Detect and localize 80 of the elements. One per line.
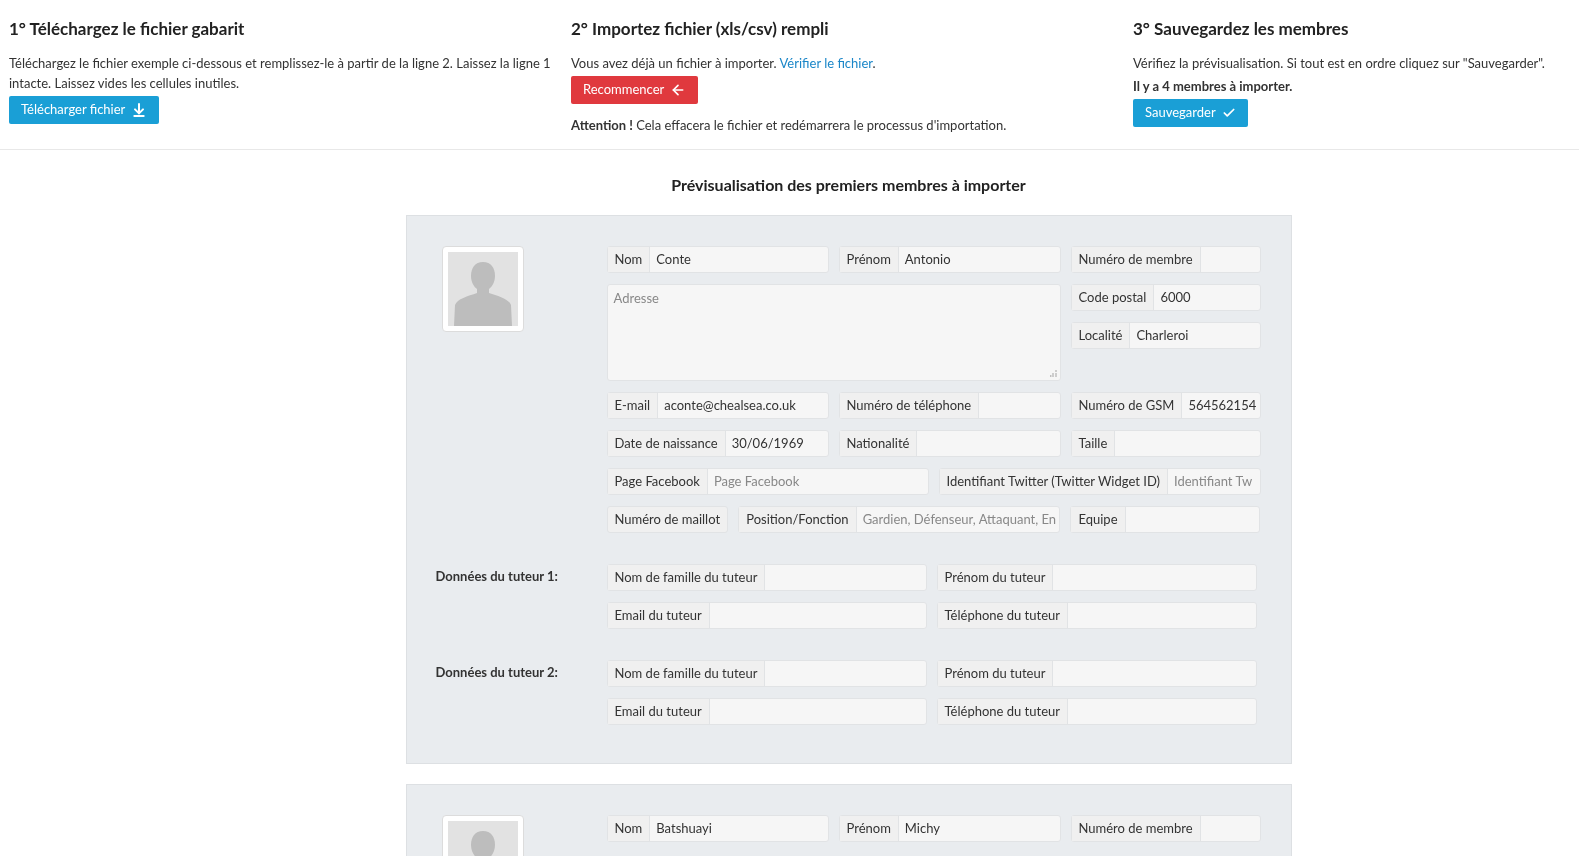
- field-label: Date de naissance: [607, 431, 726, 456]
- preview-title: Prévisualisation des premiers membres à importer: [670, 174, 1027, 196]
- input-field[interactable]: Nom de famille du tuteur: [606, 564, 927, 591]
- warning-note: Attention ! Cela effacera le fichier et redémarrera le processus d'importation.: [571, 115, 1008, 135]
- input-field[interactable]: Page Facebook Page Facebook: [606, 468, 929, 495]
- field-placeholder: Identifiant Tw: [1174, 471, 1253, 491]
- input-field[interactable]: Numéro de maillot: [606, 506, 729, 533]
- field-label: Prénom du tuteur: [937, 565, 1054, 590]
- field-value: 30/06/1969: [731, 433, 804, 453]
- field-value: Batshuayi: [656, 818, 712, 838]
- field-label: Code postal: [1071, 285, 1155, 310]
- input-field[interactable]: Numéro de GSM 564562154: [1070, 392, 1261, 419]
- field-label: Prénom: [839, 247, 899, 272]
- input-field[interactable]: Prénom Antonio: [838, 246, 1061, 273]
- field-value: aconte@chealsea.co.uk: [664, 395, 796, 415]
- input-field[interactable]: Prénom du tuteur: [936, 660, 1257, 687]
- input-field[interactable]: Equipe: [1070, 506, 1261, 533]
- field-label: Prénom: [839, 816, 899, 841]
- input-field[interactable]: Taille: [1070, 430, 1261, 457]
- input-field[interactable]: Numéro de membre: [1070, 246, 1261, 273]
- input-field[interactable]: Prénom du tuteur: [936, 564, 1257, 591]
- field-label: Numéro de membre: [1071, 816, 1201, 841]
- step-description: Téléchargez le fichier exemple ci-dessous et remplissez-le à partir de la ligne 2. Laissez la ligne 1 intacte. Laissez vides les cellules inutiles.: [9, 53, 552, 93]
- field-label: Identifiant Twitter (Twitter Widget ID): [939, 469, 1168, 494]
- field-label: Taille: [1071, 431, 1116, 456]
- field-label: Numéro de GSM: [1071, 393, 1183, 418]
- field-value: Conte: [656, 249, 691, 269]
- input-field[interactable]: Email du tuteur: [606, 602, 927, 629]
- input-field[interactable]: Localité Charleroi: [1070, 322, 1261, 349]
- input-field[interactable]: Téléphone du tuteur: [936, 602, 1257, 629]
- field-placeholder: Page Facebook: [713, 471, 800, 491]
- tutor-heading: Données du tuteur 1:: [435, 567, 559, 586]
- field-placeholder: Adresse: [613, 290, 659, 306]
- field-label: Localité: [1071, 323, 1131, 348]
- field-value: Charleroi: [1136, 325, 1189, 345]
- field-label: Nom: [607, 816, 651, 841]
- step-title: 1° Téléchargez le fichier gabarit: [9, 17, 246, 41]
- field-value: Michy: [904, 818, 940, 838]
- field-label: Numéro de membre: [1071, 247, 1201, 272]
- input-field[interactable]: Date de naissance 30/06/1969: [606, 430, 829, 457]
- field-label: Nationalité: [839, 431, 918, 456]
- field-value: 564562154: [1188, 395, 1257, 415]
- field-label: Numéro de téléphone: [839, 393, 980, 418]
- verify-file-link[interactable]: Vérifier le fichier: [779, 54, 873, 71]
- step-button[interactable]: Recommencer: [571, 75, 699, 104]
- input-field[interactable]: Numéro de téléphone: [838, 392, 1061, 419]
- field-label: Téléphone du tuteur: [937, 699, 1068, 724]
- input-field[interactable]: Position/Fonction Gardien, Défenseur, Attaquant, En: [738, 506, 1061, 533]
- input-field[interactable]: Nationalité: [838, 430, 1061, 457]
- input-field[interactable]: Email du tuteur: [606, 698, 927, 725]
- step-description: Vérifiez la prévisualisation. Si tout est en ordre cliquez sur "Sauvegarder".: [1133, 53, 1546, 73]
- input-field[interactable]: Numéro de membre: [1070, 815, 1261, 842]
- step-title: 3° Sauvegardez les membres: [1133, 17, 1350, 41]
- step-description: Vous avez déjà un fichier à importer. Vérifier le fichier.: [571, 53, 877, 73]
- field-label: Nom de famille du tuteur: [607, 565, 766, 590]
- field-label: Position/Fonction: [739, 507, 857, 532]
- tutor-heading: Données du tuteur 2:: [435, 663, 559, 682]
- input-field[interactable]: Nom de famille du tuteur: [606, 660, 927, 687]
- input-field[interactable]: Nom Conte: [606, 246, 829, 273]
- input-field[interactable]: Identifiant Twitter (Twitter Widget ID) Identifiant Tw: [938, 468, 1261, 495]
- input-field[interactable]: Code postal 6000: [1070, 284, 1261, 311]
- step-title: 2° Importez fichier (xls/csv) rempli: [571, 17, 830, 41]
- field-label: Email du tuteur: [607, 699, 710, 724]
- field-label: Email du tuteur: [607, 603, 710, 628]
- input-field[interactable]: E-mail aconte@chealsea.co.uk: [606, 392, 829, 419]
- field-value: Antonio: [904, 249, 951, 269]
- field-label: Equipe: [1071, 507, 1126, 532]
- field-label: Téléphone du tuteur: [937, 603, 1068, 628]
- resize-handle-icon: [1049, 370, 1057, 377]
- field-placeholder: Gardien, Défenseur, Attaquant, En: [862, 509, 1057, 529]
- input-field[interactable]: Nom Batshuayi: [606, 815, 829, 842]
- input-field[interactable]: Téléphone du tuteur: [936, 698, 1257, 725]
- field-label: Nom: [607, 247, 651, 272]
- step-description: Il y a 4 membres à importer.: [1133, 76, 1294, 96]
- field-label: E-mail: [607, 393, 659, 418]
- field-label: Nom de famille du tuteur: [607, 661, 766, 686]
- input-field[interactable]: Prénom Michy: [838, 815, 1061, 842]
- field-label: Page Facebook: [607, 469, 708, 494]
- field-value: 6000: [1160, 287, 1191, 307]
- field-label: Prénom du tuteur: [937, 661, 1054, 686]
